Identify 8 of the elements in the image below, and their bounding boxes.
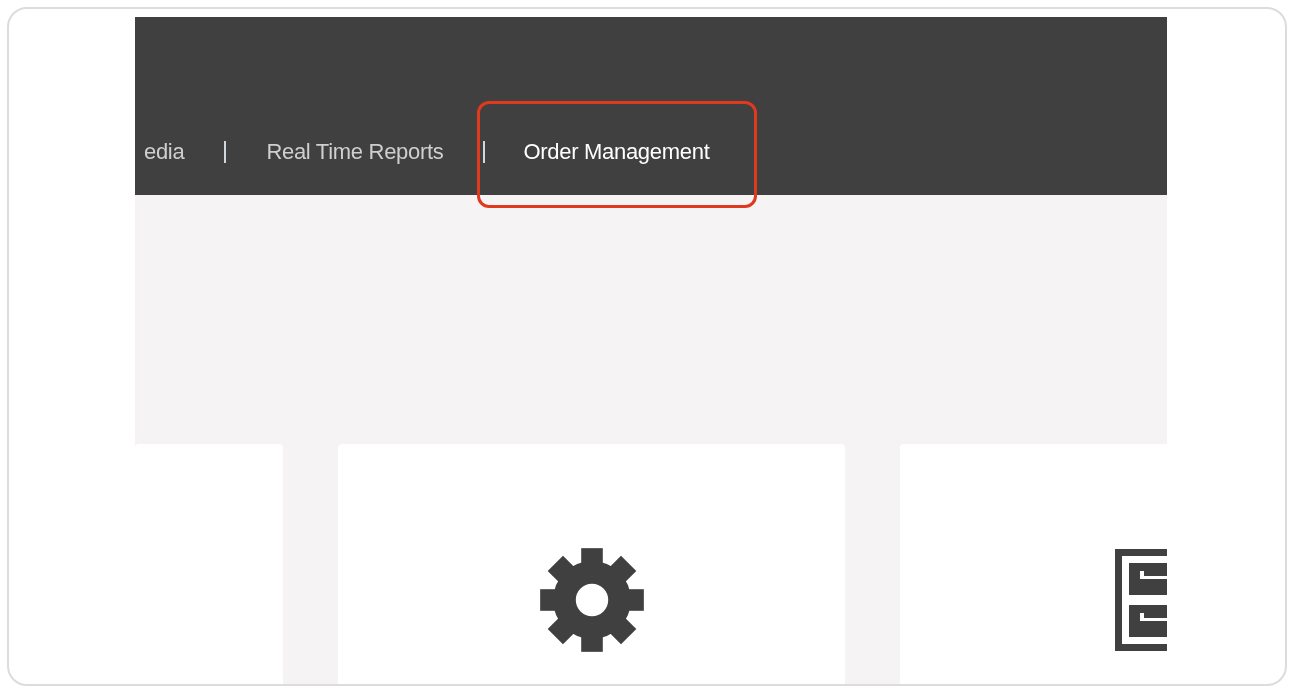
nav-link[interactable]: edia xyxy=(135,101,225,208)
card[interactable] xyxy=(338,444,845,684)
nav-link[interactable]: Order Management xyxy=(477,101,758,208)
nav-separator xyxy=(483,140,486,163)
nav-separator xyxy=(224,140,227,163)
card[interactable] xyxy=(900,444,1167,684)
gear-icon xyxy=(537,546,646,654)
file-cabinet-icon xyxy=(1115,549,1167,651)
